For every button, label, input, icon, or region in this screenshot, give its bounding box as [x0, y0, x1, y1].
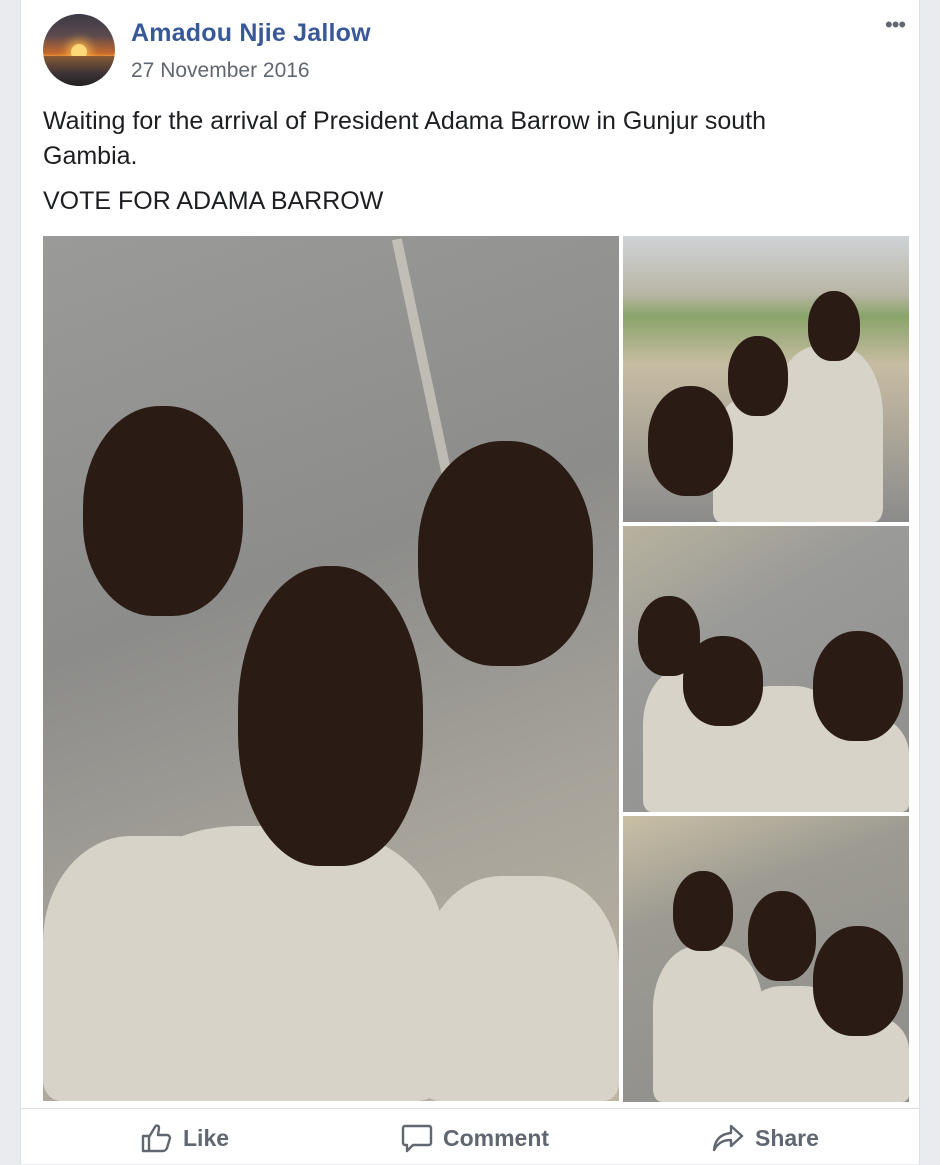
like-label: Like: [183, 1124, 230, 1151]
post-photo-2[interactable]: [623, 236, 909, 522]
like-button[interactable]: Like: [141, 1123, 229, 1153]
person-head: [808, 291, 860, 361]
person-right-shirt: [423, 876, 619, 1101]
person-head: [728, 336, 788, 416]
person-head: [648, 386, 733, 496]
post-date[interactable]: 27 November 2016: [131, 59, 310, 83]
share-label: Share: [755, 1124, 819, 1151]
post-action-bar: Like Comment Share: [21, 1108, 919, 1165]
person-head: [813, 926, 903, 1036]
more-options-icon[interactable]: •••: [885, 12, 906, 38]
share-button[interactable]: Share: [711, 1123, 819, 1153]
author-avatar[interactable]: [43, 14, 115, 86]
person-left-head: [83, 406, 243, 616]
post-card: Amadou Njie Jallow 27 November 2016 ••• …: [20, 0, 920, 1164]
comment-icon: [401, 1124, 433, 1153]
comment-button[interactable]: Comment: [401, 1123, 549, 1153]
comment-label: Comment: [443, 1124, 550, 1151]
post-photo-3[interactable]: [623, 526, 909, 812]
thumbs-up-icon: [141, 1124, 172, 1153]
author-name[interactable]: Amadou Njie Jallow: [131, 19, 371, 48]
post-text-vote: VOTE FOR ADAMA BARROW: [43, 187, 384, 215]
person-center-head: [238, 566, 423, 866]
person-head: [748, 891, 816, 981]
post-photo-main[interactable]: [43, 236, 619, 1101]
post-photo-4[interactable]: [623, 816, 909, 1102]
person-right-head: [418, 441, 593, 666]
person-head: [813, 631, 903, 741]
person-head: [683, 636, 763, 726]
person-head: [673, 871, 733, 951]
avatar-sea: [43, 56, 115, 86]
post-text: Waiting for the arrival of President Ada…: [43, 107, 767, 170]
share-icon: [712, 1124, 744, 1152]
person-center-shirt: [103, 826, 443, 1101]
